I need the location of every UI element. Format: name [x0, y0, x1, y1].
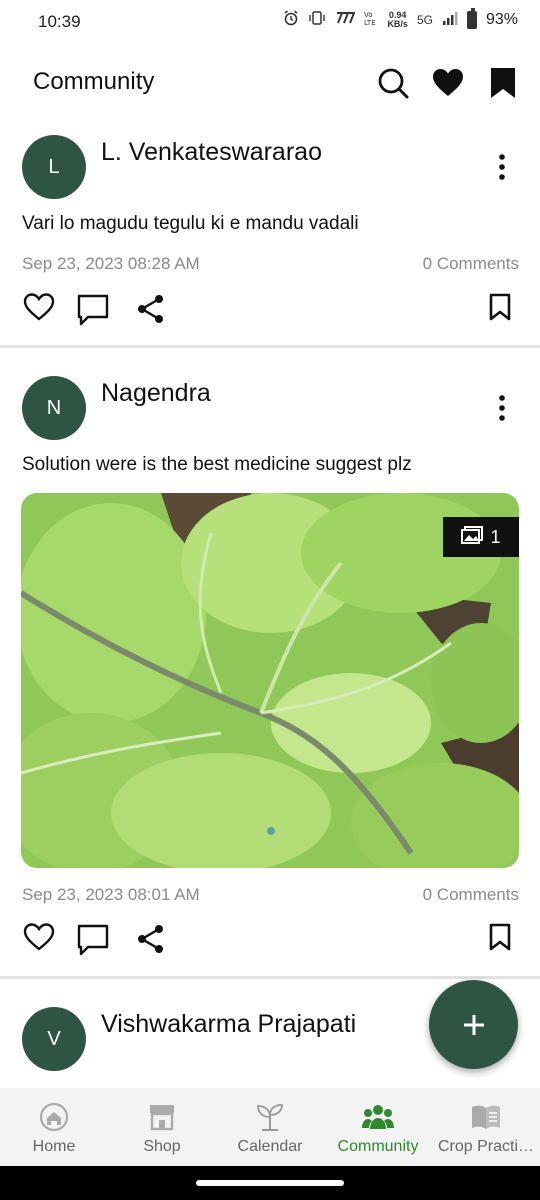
bookmark-icon[interactable] [488, 66, 522, 100]
sprout-icon [254, 1102, 286, 1132]
nav-item-calendar[interactable]: Calendar [216, 1088, 324, 1166]
image-count-badge: 1 [443, 517, 519, 557]
page-title: Community [33, 68, 155, 95]
share-icon[interactable] [136, 924, 166, 959]
battery-icon [466, 7, 477, 29]
post-text: Vari lo magudu tegulu ki e mandu vadali [22, 213, 359, 234]
image-count: 1 [490, 526, 501, 547]
like-icon[interactable] [23, 292, 55, 327]
vibrate-icon [308, 11, 326, 28]
avatar-letter: N [46, 396, 62, 419]
signal-icon [442, 10, 458, 29]
volte-icon: Vo LTE [364, 10, 378, 29]
search-icon[interactable] [376, 66, 410, 100]
nav-item-crop-practices[interactable]: Crop Practi… [432, 1088, 540, 1166]
nav-item-shop[interactable]: Shop [108, 1088, 216, 1166]
post-text: Solution were is the best medicine sugge… [22, 454, 412, 475]
signal-label: 5G [416, 12, 433, 27]
gesture-bar [0, 1166, 540, 1200]
network-speed: 0.94 KB/s [387, 10, 408, 29]
bottom-navigation: Home Shop Calendar Community Crop Practi… [0, 1088, 540, 1166]
svg-text:Vo: Vo [364, 11, 373, 19]
nav-label: Community [337, 1138, 419, 1155]
heart-icon[interactable] [431, 66, 465, 100]
nav-label: Home [32, 1138, 76, 1155]
plus-icon [463, 1014, 484, 1035]
alarm-icon [283, 10, 299, 29]
status-icons: Vo LTE 0.94 KB/s 5G 93% [283, 7, 518, 29]
post-date: Sep 23, 2023 08:01 AM [22, 885, 200, 904]
save-post-icon[interactable] [489, 293, 511, 326]
status-bar: 10:39 Vo LTE 0.94 KB/s 5G 93% [0, 0, 540, 44]
post-image[interactable]: 1 [21, 493, 519, 868]
post-author[interactable]: L. Venkateswararao [101, 138, 322, 167]
status-time: 10:39 [38, 12, 81, 31]
avatar[interactable]: N [22, 376, 86, 440]
gallery-icon [461, 525, 484, 549]
home-gesture-handle[interactable] [196, 1180, 344, 1186]
svg-text:LTE: LTE [364, 19, 376, 26]
network-speed-unit: KB/s [387, 18, 408, 29]
share-icon[interactable] [136, 294, 166, 329]
post-author[interactable]: Vishwakarma Prajapati [101, 1010, 356, 1039]
shop-icon [146, 1102, 178, 1132]
post-card: L L. Venkateswararao Vari lo magudu tegu… [0, 118, 540, 348]
post-feed[interactable]: L L. Venkateswararao Vari lo magudu tegu… [0, 118, 540, 1088]
comment-icon[interactable] [76, 293, 110, 332]
nav-item-community[interactable]: Community [324, 1088, 432, 1166]
community-icon [362, 1102, 394, 1132]
create-post-button[interactable] [429, 980, 518, 1069]
post-date: Sep 23, 2023 08:28 AM [22, 254, 200, 273]
home-icon [38, 1102, 70, 1132]
comment-icon[interactable] [76, 923, 110, 962]
post-author[interactable]: Nagendra [101, 379, 211, 408]
nav-label: Calendar [237, 1138, 303, 1155]
like-icon[interactable] [23, 922, 55, 957]
nav-label: Shop [143, 1138, 181, 1155]
nav-item-home[interactable]: Home [0, 1088, 108, 1166]
avatar-letter: L [48, 155, 60, 178]
more-options-icon[interactable] [490, 393, 514, 423]
avatar[interactable]: V [22, 1007, 86, 1071]
comments-count[interactable]: 0 Comments [423, 885, 519, 905]
post-card: N Nagendra Solution were is the best med… [0, 348, 540, 978]
save-post-icon[interactable] [489, 923, 511, 956]
battery-level: 93% [485, 10, 518, 28]
more-options-icon[interactable] [490, 152, 514, 182]
nav-label: Crop Practi… [437, 1138, 535, 1155]
comments-count[interactable]: 0 Comments [423, 254, 519, 274]
avatar[interactable]: L [22, 135, 86, 199]
book-icon [470, 1102, 502, 1132]
avatar-letter: V [47, 1027, 61, 1050]
app-header: Community [0, 50, 540, 114]
jio-icon [335, 12, 356, 27]
